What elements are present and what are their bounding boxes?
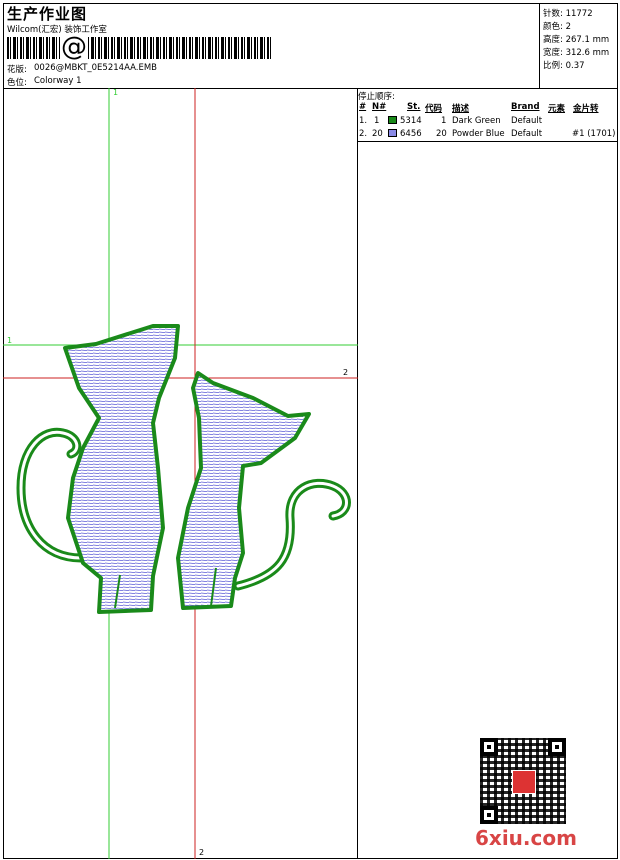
col-needle: N# [372, 102, 387, 112]
stat-width: 宽度: 312.6 mm [543, 48, 610, 58]
stop-sequence-title: 停止顺序: [358, 92, 395, 102]
left-cat-design [16, 324, 180, 614]
barcode-at-glyph: @ [60, 32, 88, 62]
colorway-value: Colorway 1 [34, 76, 82, 86]
row1-stitches: 5314 [400, 116, 422, 126]
qr-finder-bl [480, 806, 498, 824]
row2-code: 20 [436, 129, 447, 139]
left-cat-body [63, 324, 180, 614]
stat-colors: 颜色: 2 [543, 22, 571, 32]
row1-description: Dark Green [452, 116, 501, 126]
col-element: 元素 [548, 104, 566, 114]
row2-description: Powder Blue [452, 129, 505, 139]
table-divider [357, 141, 618, 142]
embroidery-preview [3, 88, 358, 859]
company-name: Wilcom(汇宏) 装饰工作室 [7, 25, 107, 35]
col-brand: Brand [511, 102, 540, 112]
qr-seal-icon [512, 770, 536, 794]
row2-stitches: 6456 [400, 129, 422, 139]
stat-scale: 比例: 0.37 [543, 61, 585, 71]
row1-brand: Default [511, 116, 543, 126]
design-file: 0026@MBKT_0E5214AA.EMB [34, 63, 158, 73]
row1-needle: 1 [374, 116, 380, 126]
col-code: 代码 [425, 104, 443, 114]
guide-label-v-green: 1 [113, 88, 119, 97]
row2-needle: 20 [372, 129, 383, 139]
right-cat-design [176, 371, 351, 610]
guide-label-h-red: 2 [343, 368, 349, 377]
row1-code: 1 [441, 116, 447, 126]
guide-label-h-green: 1 [7, 336, 13, 345]
qr-finder-tr [548, 738, 566, 756]
col-sequin: 金片转 [573, 104, 599, 114]
row2-brand: Default [511, 129, 543, 139]
stat-stitches: 针数: 11772 [543, 9, 593, 19]
row1-index: 1. [359, 116, 368, 126]
page-title: 生产作业图 [7, 5, 88, 23]
col-stitches: St. [407, 102, 421, 112]
qr-finder-tl [480, 738, 498, 756]
row2-index: 2. [359, 129, 368, 139]
watermark: 6xiu.com [475, 826, 577, 850]
col-index: # [359, 102, 367, 112]
stat-height: 高度: 267.1 mm [543, 35, 610, 45]
design-label: 花版: [7, 65, 27, 75]
row2-color-swatch [388, 129, 397, 137]
col-description: 描述 [452, 104, 470, 114]
right-cat-body [176, 371, 311, 610]
row2-sequin: #1 (1701) [572, 129, 616, 139]
colorway-label: 色位: [7, 78, 27, 88]
barcode [7, 37, 273, 59]
guide-label-v-red: 2 [199, 848, 205, 857]
row1-color-swatch [388, 116, 397, 124]
